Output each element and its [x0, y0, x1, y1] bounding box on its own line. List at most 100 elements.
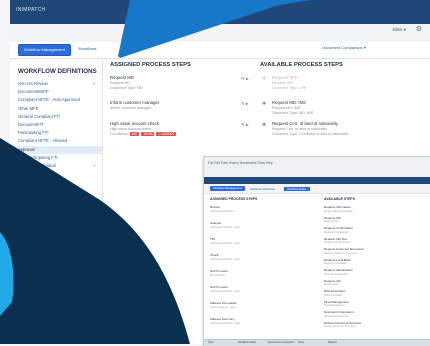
inset-row: Request Confirmation Request Confirmation — [324, 226, 353, 234]
add-step-icon[interactable]: ✚ — [262, 122, 266, 128]
inset-editor-link: Workflow Editor — [284, 187, 310, 191]
workflow-item[interactable]: Compliant NFTE - Allowed — [10, 137, 102, 145]
workflow-item[interactable]: Other MFE — [10, 105, 102, 113]
inset-row: Review Document Structure Review Document… — [324, 321, 361, 329]
assigned-step-card[interactable]: High value account check High value accou… — [110, 121, 250, 136]
inset-row-title: Request Identification — [324, 268, 353, 272]
inset-workflow-button: Workflow Management — [210, 186, 245, 191]
gear-icon[interactable]: ⚙ — [416, 25, 422, 33]
inset-row: TIN Assessment Review - Step — [210, 237, 240, 245]
inset-row: Request Identification Request Identifica… — [324, 268, 353, 276]
inset-taskbar: Start Workflow Editor Document Comparison I… — [204, 339, 430, 346]
inset-row-sub: Request More Information — [324, 209, 353, 213]
browser-menu: File Edit View History Bookmarks Tools H… — [208, 161, 273, 165]
inset-row-title: Request Information — [324, 205, 352, 209]
workflow-item[interactable]: Participating FTI — [10, 129, 102, 137]
inset-row: Request Information Request More Informat… — [324, 205, 353, 213]
header-bar — [10, 24, 430, 43]
workflow-item-label: Other MFE — [18, 105, 39, 111]
inset-row-title: Net Promoter — [210, 285, 228, 289]
inset-row-sub: Final Management — [324, 304, 345, 307]
workflow-item-label: Compliant Individual — [18, 162, 56, 168]
inset-row-title: Document Information — [324, 310, 354, 314]
inset-definitions-link: Workflow definitions — [250, 187, 275, 191]
workflow-item-label: Non-Participating FTI — [18, 154, 58, 160]
app-title: INIMPATCH — [16, 7, 46, 13]
inset-row-sub: Request SW — [324, 220, 339, 223]
inset-row-title: Final Management — [324, 299, 349, 304]
inset-row: Final Management Final Management — [324, 300, 349, 308]
user-menu[interactable]: Ellen ▾ — [392, 27, 406, 33]
remove-icon[interactable]: ✕ — [93, 162, 96, 170]
inset-row: Review Assessment Request — [210, 205, 234, 213]
workflow-item[interactable]: DocumentMSFP — [10, 88, 102, 96]
inset-row: Risk Information Risk Information — [324, 289, 346, 297]
step-condition: Document Type: Certificate of land of na… — [272, 132, 349, 136]
workflow-definitions-title: WORKFLOW DEFINITIONS — [18, 68, 97, 75]
available-step-card[interactable]: ✚ Request MD: IMS Request MD: IMS Document … — [262, 100, 430, 115]
inset-row-title: Net Promoter — [210, 269, 228, 273]
inset-row: Analysis Assessment Review - Step — [210, 221, 240, 229]
step-subtitle: Inform customer manager — [110, 106, 152, 110]
workflow-item-label: Approval — [18, 146, 35, 152]
step-subtitle: High value account check — [110, 127, 151, 131]
available-step-card[interactable]: ✚ Request Cert. of land of nationality Req… — [262, 121, 430, 136]
inset-row-sub: Assessment Review - Step — [210, 225, 240, 229]
browser-chrome: File Edit View History Bookmarks Tools H… — [204, 157, 430, 178]
workflow-item[interactable]: DocumentFTI — [10, 121, 102, 129]
assigned-step-card[interactable]: Inform customer manager Inform customer m… — [110, 100, 250, 110]
workflow-item[interactable]: Compliant Individual ✕ — [10, 162, 102, 170]
step-condition: Document Type: DFF — [272, 86, 307, 90]
workflow-list: Non-US Review ✕ DocumentMSFP Compliant NFTE… — [10, 80, 102, 170]
inset-row: Address Information Address Review - Step — [210, 301, 237, 309]
inset-row-sub: Assessment Review - Step — [210, 321, 240, 325]
add-step-icon[interactable]: ✚ — [262, 101, 266, 107]
inset-row: Request Local Bank Request Local Bank — [324, 258, 351, 266]
inset-row-title: Address Summary — [210, 317, 235, 321]
step-subtitle: Request MD: IMS — [272, 106, 301, 110]
step-title: Request MD — [110, 75, 134, 80]
step-actions[interactable]: ✎ ● — [241, 122, 248, 127]
assigned-step-card[interactable]: Request MD Request MD Document Type: MD ✎ ● — [110, 75, 250, 90]
inset-row-sub: Risk Information — [324, 293, 343, 297]
workflow-item-label: Non-US Review — [18, 81, 48, 86]
inset-row-title: Request Customer Document — [324, 247, 364, 251]
step-title: Request Cert. of land of nationality — [272, 121, 338, 126]
workflow-item[interactable]: Approval — [10, 145, 102, 154]
remove-icon[interactable]: ✕ — [93, 80, 96, 88]
inset-row-title: TIN — [210, 237, 215, 241]
inset-row-sub: Request Info Document — [324, 241, 351, 244]
step-subtitle: Request Cert. of land of nationality — [272, 127, 328, 131]
inset-row: Request SW Request SW — [324, 216, 341, 224]
inset-row-sub: Assessment Request — [210, 209, 234, 213]
inset-row-title: Review — [210, 205, 220, 209]
inset-row-title: Check — [210, 253, 219, 257]
step-actions[interactable]: ✎ ● — [241, 101, 248, 106]
step-actions[interactable]: ✎ ● — [241, 76, 248, 81]
workflow-item[interactable]: Compliant NFTE - Auto Approved — [10, 96, 102, 104]
inset-row: Request Info Doc Request Info Document — [324, 237, 350, 245]
workflow-item[interactable]: Non-Participating FTI — [10, 154, 102, 162]
workflow-management-button[interactable]: Workflow Management — [18, 44, 71, 56]
inset-row-sub: Assessment Review - Step — [210, 257, 240, 261]
available-steps-title: AVAILABLE PROCESS STEPS — [260, 62, 343, 68]
step-condition-text: Document Type: MD — [110, 86, 143, 90]
inset-row: Request Info Request Info — [324, 279, 341, 287]
inset-row-title: Review Document Structure — [324, 320, 362, 325]
add-step-icon[interactable]: ✚ — [262, 76, 266, 82]
step-condition: Document Type: MD: IMS — [272, 111, 314, 115]
workflow-item[interactable]: Non-US Review ✕ — [10, 80, 102, 88]
workflow-item-label: General Compliant FTI — [18, 113, 61, 119]
inset-row-sub: Assessment Review - Step — [210, 241, 240, 245]
condition-pill: TERM — [141, 132, 155, 136]
document-comparison-button[interactable]: Document Comparison ▾ — [322, 45, 366, 50]
workflow-item[interactable]: General Compliant FTI — [10, 113, 102, 121]
toolbar — [10, 42, 430, 59]
workflow-item-label: Participating FTI — [18, 130, 49, 136]
workflow-item-label: DocumentFTI — [18, 121, 44, 127]
workflow-item-label: Compliant NFTE - Allowed — [18, 138, 68, 144]
inset-row-sub: Review Document Structure — [324, 325, 356, 328]
step-subtitle: Request MD — [110, 81, 130, 85]
available-step-card[interactable]: ✚ Request DFF Request DFF Document Type: DF… — [262, 75, 430, 90]
workflows-tab[interactable]: Workflows — [78, 46, 96, 51]
